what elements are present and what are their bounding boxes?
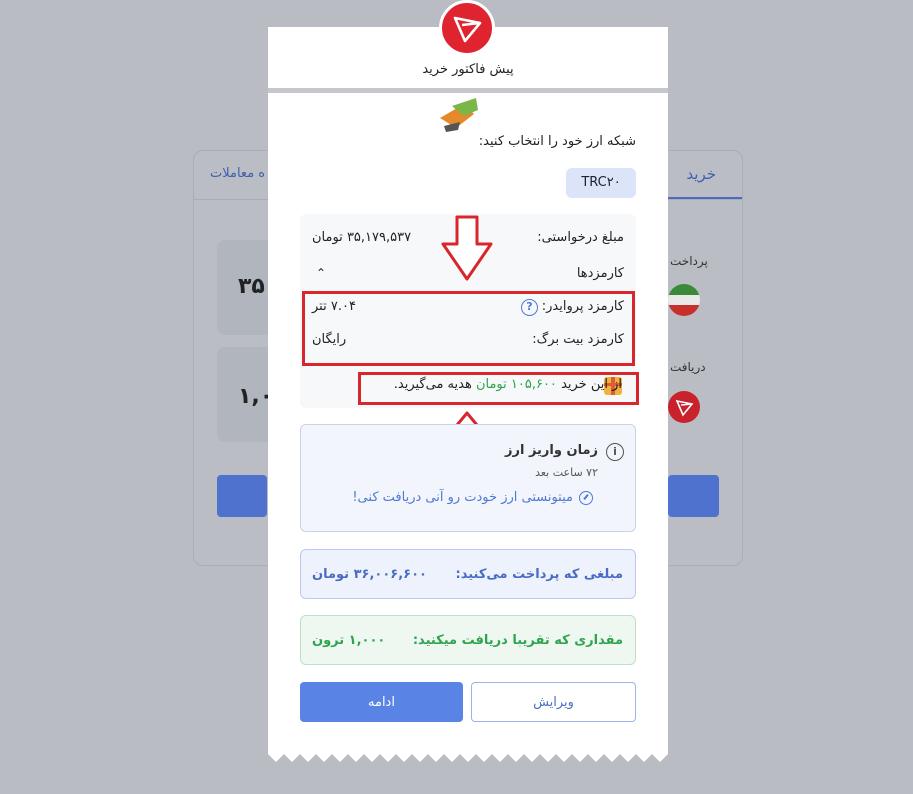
receive-side-label: دریافت	[670, 360, 706, 374]
provider-fee-label: کارمزد پروایدر:	[541, 299, 624, 314]
bitbarg-fee-value: رایگان	[312, 332, 347, 347]
modal-title: پیش فاکتور خرید	[422, 62, 514, 77]
gift-prefix: از این خرید	[561, 377, 622, 392]
fees-toggle-label[interactable]: کارمزدها	[577, 266, 624, 281]
tron-icon	[668, 391, 700, 423]
iran-flag-icon	[668, 284, 700, 316]
speedometer-icon	[579, 491, 593, 505]
requested-amount-value: ۳۵,۱۷۹,۵۳۷ تومان	[312, 230, 412, 245]
submit-button-right[interactable]	[668, 475, 719, 517]
payable-amount-value: ۳۶,۰۰۶,۶۰۰ تومان	[312, 567, 427, 582]
deposit-time-title: زمان واریز ارز	[505, 443, 598, 458]
header-divider	[268, 88, 668, 93]
gift-message: از این خرید ۱۰۵,۶۰۰ تومان هدیه می‌گیرید.	[394, 377, 622, 392]
tab-buy[interactable]: خرید	[686, 165, 716, 183]
info-icon: i	[606, 443, 624, 461]
receipt-zigzag-edge	[268, 752, 668, 762]
tab-history[interactable]: ه معاملات	[210, 166, 265, 181]
chevron-up-icon[interactable]: ⌃	[316, 266, 326, 280]
submit-button-left[interactable]	[217, 475, 267, 517]
bitbarg-fee-label: کارمزد بیت برگ:	[532, 332, 624, 347]
tron-logo-icon	[439, 0, 495, 56]
continue-button[interactable]: ادامه	[300, 682, 463, 722]
payable-amount-label: مبلغی که پرداخت می‌کنید:	[455, 567, 623, 582]
pay-amount-partial: ۳۵	[238, 274, 265, 299]
network-chip-trc20[interactable]: TRC۲۰	[566, 168, 636, 198]
network-select-label: شبکه ارز خود را انتخاب کنید:	[478, 134, 636, 149]
instant-delivery-link[interactable]: میتونستی ارز خودت رو آنی دریافت کنی!	[352, 490, 573, 505]
pay-side-label: پرداخت	[670, 254, 708, 268]
gift-suffix: هدیه می‌گیرید.	[393, 377, 472, 392]
requested-amount-label: مبلغ درخواستی:	[537, 230, 624, 245]
provider-fee-value: ۷.۰۴ تتر	[312, 299, 356, 314]
receive-amount-value: ۱,۰۰۰ ترون	[312, 633, 386, 648]
annotation-arrow-down	[441, 215, 493, 281]
site-watermark-logo	[440, 98, 478, 132]
edit-button[interactable]: ویرایش	[471, 682, 636, 722]
gift-amount: ۱۰۵,۶۰۰ تومان	[475, 377, 557, 392]
receive-amount-label: مقداری که تقریبا دریافت میکنید:	[412, 633, 623, 648]
deposit-time-value: ۷۲ ساعت بعد	[535, 466, 598, 479]
help-icon[interactable]: ?	[521, 299, 538, 316]
